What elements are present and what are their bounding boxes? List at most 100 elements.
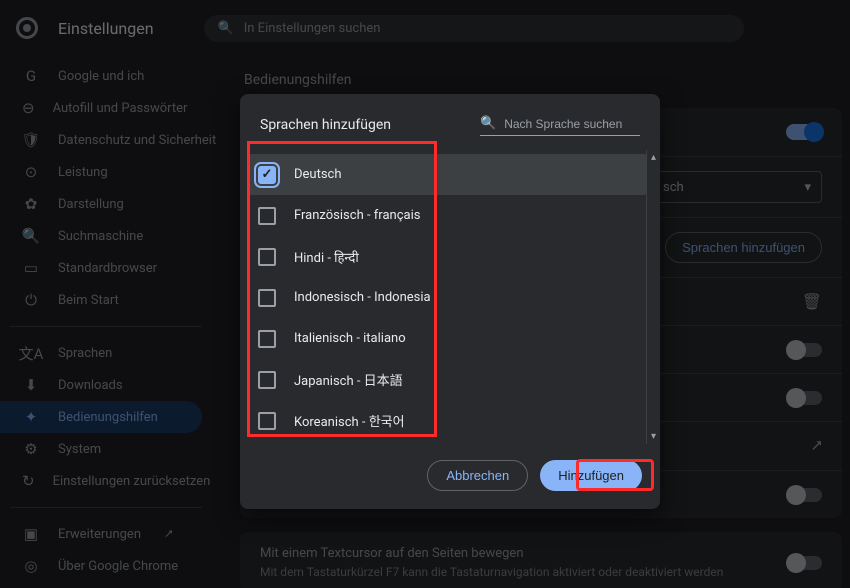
language-row[interactable]: Französisch - français	[248, 195, 646, 236]
language-label: Italienisch - italiano	[294, 331, 406, 346]
checkbox-icon[interactable]	[258, 289, 276, 307]
checkbox-icon[interactable]	[258, 412, 276, 430]
sidebar-item-b-2[interactable]: ✦ Bedienungshilfen	[0, 401, 202, 433]
section-title: Bedienungshilfen	[244, 72, 842, 88]
toggle-off[interactable]	[788, 343, 822, 357]
language-label: Koreanisch - 한국어	[294, 411, 405, 430]
trash-icon[interactable]: 🗑	[802, 292, 822, 311]
checkbox-icon[interactable]	[258, 248, 276, 266]
dropdown-value: sch	[663, 180, 684, 195]
nav-label: Einstellungen zurücksetzen	[53, 474, 211, 489]
language-row[interactable]: Indonesisch - Indonesia	[248, 277, 646, 318]
nav-icon: 🔍	[22, 227, 40, 245]
sidebar-item-a-1[interactable]: ⊖ Autofill und Passwörter	[0, 92, 202, 124]
language-label: Japanisch - 日本語	[294, 370, 403, 389]
settings-search-placeholder: In Einstellungen suchen	[244, 21, 381, 36]
cursor-row-title: Mit einem Textcursor auf den Seiten bewe…	[260, 546, 723, 561]
chevron-down-icon: ▾	[804, 180, 811, 195]
search-icon: 🔍	[480, 116, 496, 131]
add-languages-button[interactable]: Sprachen hinzufügen	[665, 232, 822, 263]
nav-label: Darstellung	[58, 197, 124, 212]
nav-icon: 🛡	[22, 131, 40, 149]
cursor-row-subtext: Mit dem Tastaturkürzel F7 kann die Tasta…	[260, 565, 723, 579]
sidebar-item-c-1[interactable]: ◎ Über Google Chrome	[0, 550, 202, 582]
nav-icon: ✿	[22, 195, 40, 213]
sidebar-item-b-3[interactable]: ⚙ System	[0, 433, 202, 465]
nav-label: Über Google Chrome	[58, 559, 178, 574]
language-list: Deutsch Französisch - français Hindi - हिन…	[240, 150, 646, 444]
scrollbar[interactable]: ▴ ▾	[646, 150, 660, 444]
sidebar-item-a-4[interactable]: ✿ Darstellung	[0, 188, 202, 220]
nav-label: Datenschutz und Sicherheit	[58, 133, 216, 148]
confirm-button[interactable]: Hinzufügen	[540, 460, 642, 491]
checkbox-icon[interactable]	[258, 166, 276, 184]
language-scroll-area: Deutsch Französisch - français Hindi - हिन…	[240, 150, 660, 444]
chrome-logo-icon	[16, 17, 38, 39]
nav-label: Standardbrowser	[58, 261, 157, 276]
language-label: Indonesisch - Indonesia	[294, 290, 431, 305]
dialog-search[interactable]: 🔍	[480, 114, 640, 136]
nav-icon: ⬇	[22, 376, 40, 394]
checkbox-icon[interactable]	[258, 371, 276, 389]
scroll-up-icon[interactable]: ▴	[651, 150, 656, 165]
nav-label: System	[58, 442, 101, 457]
language-dropdown[interactable]: sch ▾	[652, 171, 822, 203]
language-row[interactable]: Japanisch - 日本語	[248, 359, 646, 400]
dialog-title: Sprachen hinzufügen	[260, 117, 391, 133]
nav-label: Sprachen	[58, 346, 112, 361]
card-2: Mit einem Textcursor auf den Seiten bewe…	[240, 532, 842, 588]
language-row[interactable]: Hindi - हिन्दी	[248, 236, 646, 277]
toggle-off[interactable]	[788, 391, 822, 405]
language-row[interactable]: Italienisch - italiano	[248, 318, 646, 359]
external-link-icon[interactable]: ⭧	[812, 436, 822, 456]
dialog-actions: Abbrechen Hinzufügen	[240, 444, 660, 509]
sidebar-item-c-0[interactable]: ▣Erweiterungen⭧	[0, 518, 202, 550]
nav-label: Downloads	[58, 378, 123, 393]
sidebar-item-a-5[interactable]: 🔍 Suchmaschine	[0, 220, 202, 252]
nav-icon: 文A	[22, 343, 40, 364]
sidebar-item-a-6[interactable]: ▭ Standardbrowser	[0, 252, 202, 284]
nav-icon: ⊖	[22, 99, 35, 117]
sidebar-item-b-0[interactable]: 文A Sprachen	[0, 337, 202, 369]
nav-icon: ◎	[22, 557, 40, 575]
page-title: Einstellungen	[58, 19, 154, 38]
top-bar: Einstellungen 🔍 In Einstellungen suchen	[0, 0, 850, 56]
nav-icon: ⊙	[22, 163, 40, 181]
sidebar-item-b-1[interactable]: ⬇ Downloads	[0, 369, 202, 401]
sidebar-item-b-4[interactable]: ↻Einstellungen zurücksetzen	[0, 465, 202, 497]
cancel-button[interactable]: Abbrechen	[427, 460, 528, 491]
nav-label: Suchmaschine	[58, 229, 143, 244]
sidebar-item-a-0[interactable]: G Google und ich	[0, 60, 202, 92]
language-label: Französisch - français	[294, 208, 420, 223]
checkbox-icon[interactable]	[258, 207, 276, 225]
nav-label: Bedienungshilfen	[58, 410, 158, 425]
nav-icon: ⚙	[22, 440, 40, 458]
toggle-off[interactable]	[788, 556, 822, 570]
search-icon: 🔍	[218, 21, 234, 36]
nav-icon: G	[22, 67, 40, 85]
nav-icon: ✦	[22, 408, 40, 426]
sidebar-item-a-7[interactable]: ⏻ Beim Start	[0, 284, 202, 316]
language-row[interactable]: Koreanisch - 한국어	[248, 400, 646, 441]
sidebar: G Google und ich ⊖ Autofill und Passwörter 🛡…	[0, 56, 220, 588]
nav-icon: ⏻	[22, 291, 40, 309]
toggle-on[interactable]	[786, 124, 822, 140]
scroll-down-icon[interactable]: ▾	[651, 429, 656, 444]
sidebar-item-a-3[interactable]: ⊙ Leistung	[0, 156, 202, 188]
add-languages-dialog: Sprachen hinzufügen 🔍 Deutsch Französisch…	[240, 94, 660, 509]
nav-icon: ▣	[22, 525, 40, 543]
sidebar-separator	[10, 507, 202, 508]
toggle-off[interactable]	[788, 488, 822, 502]
language-label: Deutsch	[294, 167, 342, 182]
nav-icon: ▭	[22, 259, 40, 277]
sidebar-item-a-2[interactable]: 🛡Datenschutz und Sicherheit	[0, 124, 202, 156]
checkbox-icon[interactable]	[258, 330, 276, 348]
nav-label: Leistung	[58, 165, 108, 180]
external-link-icon: ⭧	[165, 527, 173, 542]
nav-label: Google und ich	[58, 69, 144, 84]
dialog-search-input[interactable]	[504, 117, 640, 131]
nav-label: Beim Start	[58, 293, 119, 308]
settings-search[interactable]: 🔍 In Einstellungen suchen	[204, 15, 744, 42]
nav-label: Autofill und Passwörter	[53, 101, 188, 116]
language-row[interactable]: Deutsch	[248, 154, 646, 195]
